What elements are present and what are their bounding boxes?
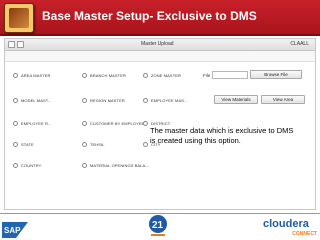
option-label: AREA MASTER: [21, 72, 51, 78]
radio-zone-master[interactable]: ZONE MASTER: [143, 71, 181, 79]
option-label: EMPLOYEE R...: [21, 120, 52, 126]
radio-button[interactable]: [143, 120, 148, 126]
option-label: ZONE MASTER: [151, 72, 181, 78]
radio-button[interactable]: [13, 120, 18, 126]
option-label: STATE: [21, 141, 34, 147]
radio-button[interactable]: [13, 72, 18, 78]
center-logo-icon: 21: [149, 215, 167, 236]
view-area-button[interactable]: View Area: [261, 95, 305, 104]
company-logo-icon: [4, 3, 34, 33]
center-logo-text: 21: [152, 220, 164, 231]
toolbar: [5, 51, 315, 62]
user-label: CLAALL: [290, 41, 309, 47]
radio-model-master[interactable]: MODEL MAST...: [13, 96, 52, 104]
radio-button[interactable]: [143, 141, 148, 147]
radio-employee-r[interactable]: EMPLOYEE R...: [13, 119, 52, 127]
radio-employee-master[interactable]: EMPLOYEE MAS...: [143, 96, 188, 104]
option-label: MODEL MAST...: [21, 97, 52, 103]
browse-file-button[interactable]: Browse File: [250, 70, 302, 79]
radio-button[interactable]: [82, 162, 87, 168]
radio-button[interactable]: [82, 141, 87, 147]
option-label: EMPLOYEE MAS...: [151, 97, 188, 103]
window-title: Master Upload: [141, 41, 174, 47]
file-label: File: [203, 73, 211, 78]
radio-button[interactable]: [82, 120, 87, 126]
cloudera-logo: cloudera CONNECT: [263, 218, 319, 240]
back-icon[interactable]: [17, 41, 24, 48]
callout-text: The master data which is exclusive to DM…: [150, 126, 294, 145]
radio-state[interactable]: STATE: [13, 140, 34, 148]
radio-country[interactable]: COUNTRY: [13, 161, 41, 169]
radio-area-master[interactable]: AREA MASTER: [13, 71, 51, 79]
option-label: TEHSIL: [90, 141, 105, 147]
radio-button[interactable]: [82, 72, 87, 78]
sap-logo-icon: SAP: [2, 222, 28, 238]
master-upload-window: Master Upload CLAALL AREA MASTER BRANCH …: [4, 38, 316, 210]
sap-logo-text: SAP: [4, 226, 21, 235]
view-materials-button[interactable]: View Materials: [214, 95, 258, 104]
radio-button[interactable]: [82, 97, 87, 103]
radio-button[interactable]: [143, 97, 148, 103]
menu-icon[interactable]: [8, 41, 15, 48]
radio-customer-by-employees[interactable]: CUSTOMER BY EMPLOYEES: [82, 119, 147, 127]
radio-button[interactable]: [13, 141, 18, 147]
option-label: CUSTOMER BY EMPLOYEES: [90, 120, 148, 126]
radio-region-master[interactable]: REGION MASTER: [82, 96, 125, 104]
radio-tehsil[interactable]: TEHSIL: [82, 140, 105, 148]
option-label: BRANCH MASTER: [90, 72, 126, 78]
file-path-input[interactable]: [212, 71, 248, 79]
radio-button[interactable]: [13, 162, 18, 168]
option-label: COUNTRY: [21, 162, 42, 168]
slide-title: Base Master Setup- Exclusive to DMS: [42, 9, 257, 23]
cloudera-connect-label: CONNECT: [292, 231, 317, 237]
option-label: REGION MASTER: [90, 97, 125, 103]
radio-button[interactable]: [143, 72, 148, 78]
radio-branch-master[interactable]: BRANCH MASTER: [82, 71, 126, 79]
radio-button[interactable]: [13, 97, 18, 103]
option-label: DISTRICT: [151, 120, 171, 126]
slide-title-bar: Base Master Setup- Exclusive to DMS: [0, 0, 320, 36]
option-label: MATERIAL OPENINGS BALA...: [90, 162, 149, 168]
cloudera-wordmark: cloudera: [263, 218, 309, 230]
radio-material-openings-balance[interactable]: MATERIAL OPENINGS BALA...: [82, 161, 149, 169]
window-header: Master Upload CLAALL: [5, 39, 315, 51]
